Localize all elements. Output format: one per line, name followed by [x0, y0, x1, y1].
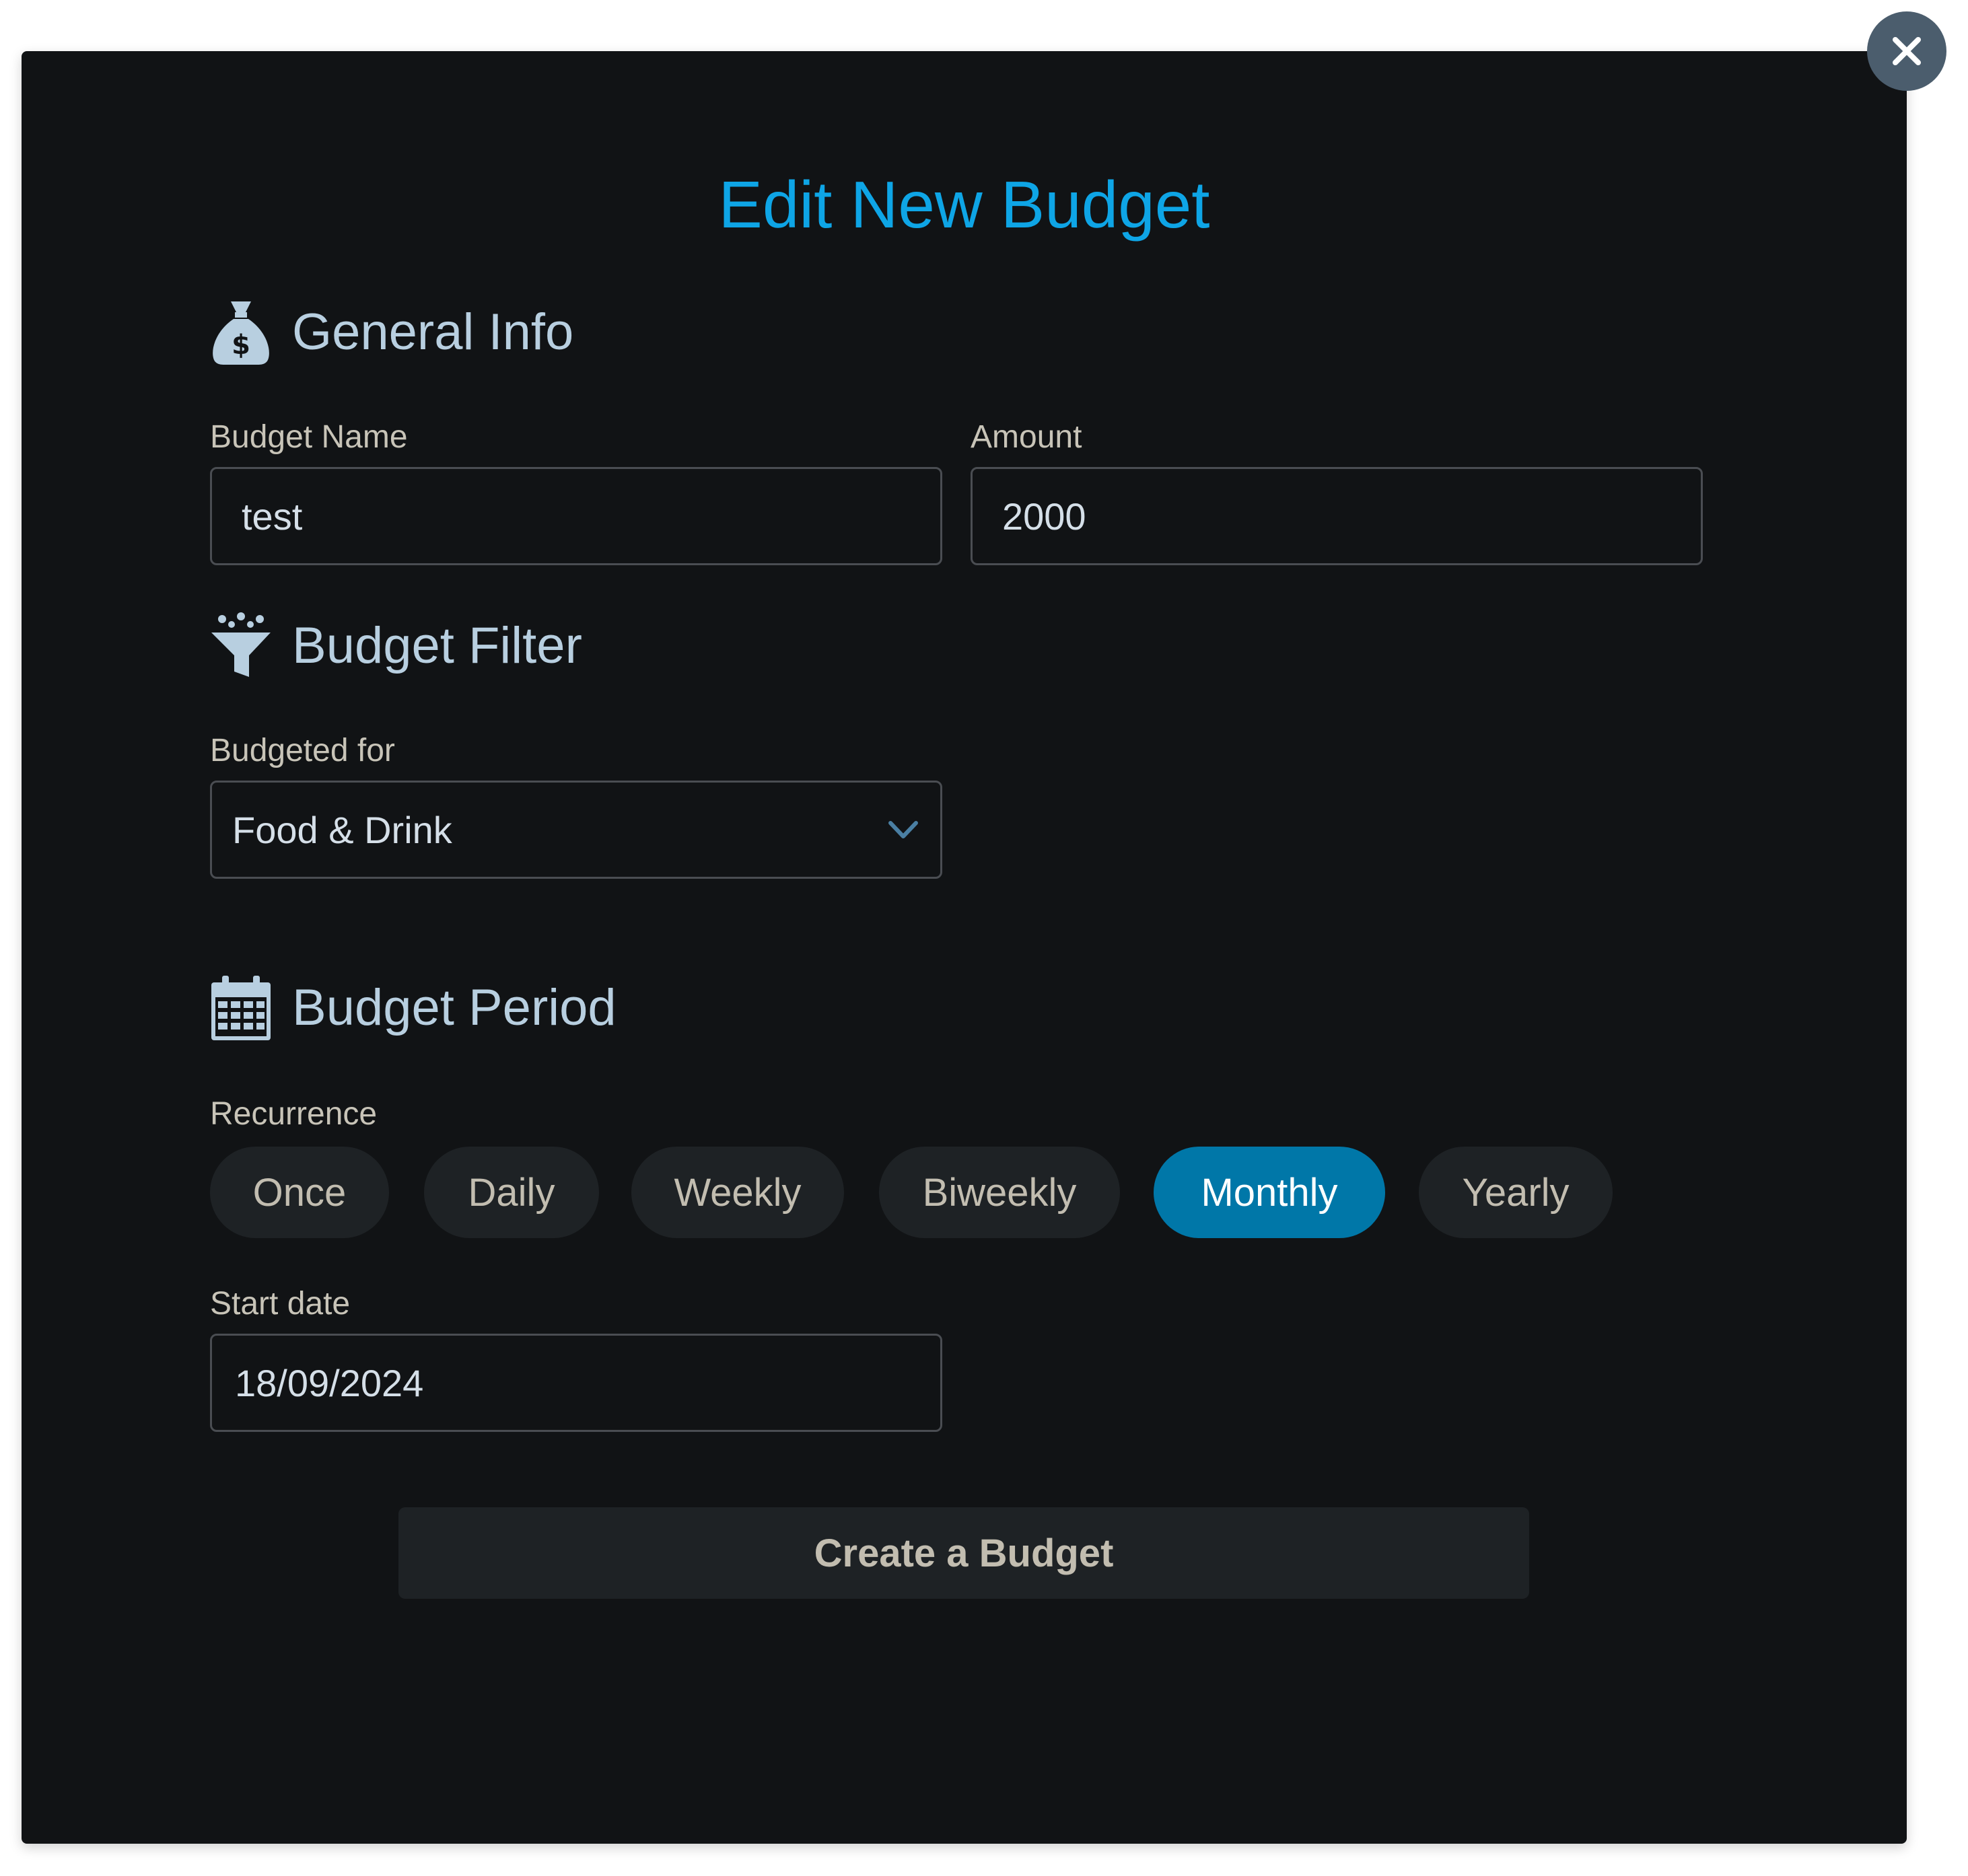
- start-date-value: 18/09/2024: [235, 1361, 424, 1404]
- start-date-label: Start date: [210, 1286, 351, 1322]
- money-bag-icon: $: [210, 299, 272, 366]
- budgeted-for-value: Food & Drink: [232, 808, 452, 851]
- calendar-icon: [210, 974, 272, 1042]
- budget-name-label: Budget Name: [210, 419, 408, 455]
- start-date-input[interactable]: 18/09/2024: [210, 1334, 942, 1432]
- amount-input[interactable]: 2000: [971, 467, 1703, 565]
- recurrence-option-monthly[interactable]: Monthly: [1154, 1147, 1385, 1238]
- close-icon: [1893, 37, 1921, 65]
- close-button[interactable]: [1867, 11, 1946, 91]
- recurrence-option-biweekly[interactable]: Biweekly: [879, 1147, 1120, 1238]
- budgeted-for-select[interactable]: Food & Drink: [210, 781, 942, 879]
- budget-period-title: Budget Period: [292, 979, 617, 1036]
- recurrence-option-yearly[interactable]: Yearly: [1419, 1147, 1613, 1238]
- recurrence-option-once[interactable]: Once: [210, 1147, 389, 1238]
- budget-filter-title: Budget Filter: [292, 617, 582, 674]
- svg-text:$: $: [232, 330, 250, 361]
- edit-budget-modal: Edit New Budget $ General Info Budget Na…: [22, 51, 1907, 1844]
- recurrence-option-weekly[interactable]: Weekly: [631, 1147, 844, 1238]
- budgeted-for-label: Budgeted for: [210, 733, 395, 768]
- general-info-heading: $ General Info: [210, 299, 573, 366]
- general-info-title: General Info: [292, 303, 574, 361]
- recurrence-label: Recurrence: [210, 1096, 378, 1132]
- budget-name-input[interactable]: test: [210, 467, 942, 565]
- amount-label: Amount: [971, 419, 1082, 455]
- modal-title: Edit New Budget: [718, 168, 1210, 242]
- amount-value: 2000: [1002, 495, 1086, 538]
- chevron-down-icon: [888, 821, 918, 838]
- create-budget-button[interactable]: Create a Budget: [398, 1507, 1529, 1599]
- recurrence-option-daily[interactable]: Daily: [424, 1147, 599, 1238]
- funnel-icon: [210, 612, 272, 680]
- budget-name-value: test: [242, 495, 303, 538]
- budget-period-heading: Budget Period: [210, 974, 617, 1042]
- budget-filter-heading: Budget Filter: [210, 612, 582, 680]
